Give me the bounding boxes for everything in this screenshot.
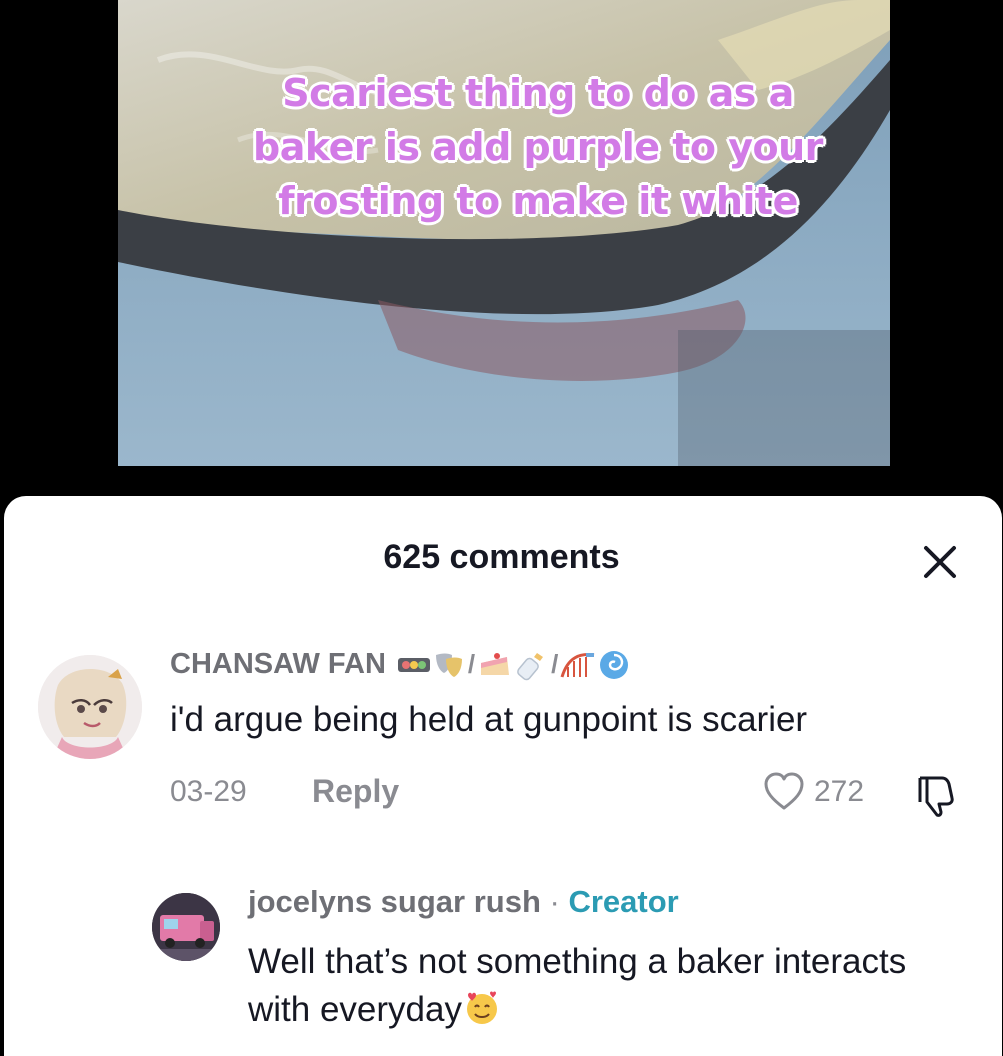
roller-coaster-icon	[560, 652, 595, 677]
username-label: CHANSAW FAN	[170, 648, 386, 680]
reply-username[interactable]: jocelyns sugar rush	[248, 884, 541, 919]
reply-text-content: Well that’s not something a baker intera…	[248, 942, 907, 1029]
video-caption: Scariest thing to do as a baker is add p…	[252, 70, 824, 224]
like-count: 272	[814, 775, 865, 808]
bakery-truck-avatar-icon	[152, 893, 220, 961]
reply-header: jocelyns sugar rush · Creator	[248, 884, 679, 920]
close-button[interactable]	[918, 540, 962, 584]
badge-separator: /	[551, 649, 559, 679]
reply-text: Well that’s not something a baker intera…	[248, 938, 968, 1034]
dislike-button[interactable]	[912, 772, 958, 818]
heart-outline-icon	[764, 772, 804, 810]
smiling-face-with-hearts-icon	[466, 991, 497, 1024]
baby-bottle-icon	[517, 652, 544, 680]
creator-badge: Creator	[568, 884, 679, 919]
close-icon	[924, 546, 956, 578]
like-button[interactable]: 272	[762, 772, 864, 812]
traffic-light-icon	[397, 657, 430, 672]
comment-username[interactable]: CHANSAW FAN / /	[170, 648, 630, 681]
thumbs-down-icon	[918, 776, 954, 817]
theater-masks-icon	[435, 653, 462, 677]
cake-slice-icon	[481, 652, 510, 675]
profile-badges: / /	[397, 649, 630, 681]
comments-count-title: 625 comments	[383, 538, 620, 576]
badge-separator: /	[467, 649, 476, 679]
avatar[interactable]	[38, 655, 142, 759]
reply-button[interactable]: Reply	[312, 773, 399, 810]
anime-character-avatar-icon	[38, 655, 142, 759]
video-player[interactable]: Scariest thing to do as a baker is add p…	[118, 0, 890, 466]
comment-date: 03-29	[170, 775, 247, 808]
comment-text: i'd argue being held at gunpoint is scar…	[170, 700, 808, 739]
reply-avatar[interactable]	[152, 893, 220, 961]
cyclone-icon	[600, 650, 629, 679]
separator-dot: ·	[549, 884, 560, 919]
